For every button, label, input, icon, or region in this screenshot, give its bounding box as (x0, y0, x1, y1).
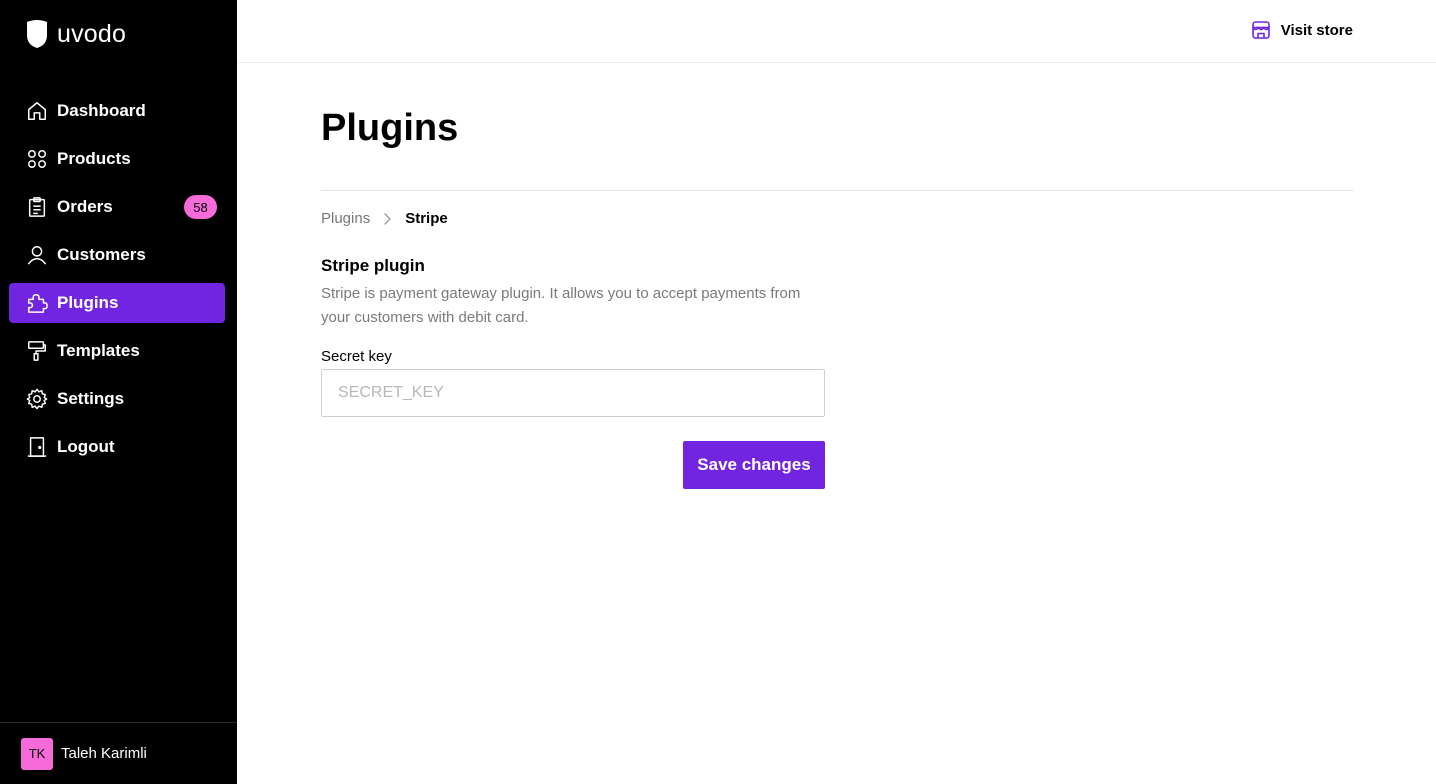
user-profile[interactable]: TK Taleh Karimli (0, 722, 237, 784)
breadcrumb-parent-link[interactable]: Plugins (321, 210, 370, 228)
visit-store-label: Visit store (1280, 21, 1353, 39)
grid-icon (26, 148, 48, 170)
top-bar: Visit store (237, 0, 1436, 63)
breadcrumb-current: Stripe (405, 210, 448, 227)
avatar: TK (21, 737, 53, 770)
puzzle-icon (26, 292, 48, 314)
user-icon (26, 244, 48, 266)
save-changes-button[interactable]: Save changes (683, 441, 825, 489)
brand-logo[interactable]: uvodo (25, 19, 126, 49)
sidebar-item-label: Templates (57, 341, 140, 360)
home-icon (26, 100, 48, 122)
shield-logo-icon (27, 20, 47, 48)
orders-count-badge: 58 (184, 195, 217, 219)
sidebar-item-label: Products (57, 149, 131, 168)
sidebar: uvodo Dashboard Products Orders 58 Custo… (0, 0, 237, 784)
sidebar-item-settings[interactable]: Settings (9, 379, 225, 419)
sidebar-item-orders[interactable]: Orders 58 (9, 187, 225, 227)
secret-key-input[interactable] (321, 369, 825, 417)
sidebar-nav: Dashboard Products Orders 58 Customers P… (9, 91, 225, 475)
user-name: Taleh Karimli (61, 745, 147, 762)
sidebar-item-label: Settings (57, 389, 125, 408)
breadcrumb: Plugins Stripe (321, 210, 448, 228)
visit-store-link[interactable]: Visit store (1251, 20, 1353, 40)
secret-key-label: Secret key (321, 348, 392, 365)
sidebar-item-dashboard[interactable]: Dashboard (9, 91, 225, 131)
brand-name: uvodo (57, 20, 127, 48)
sidebar-item-label: Plugins (57, 293, 119, 312)
clipboard-icon (26, 196, 48, 218)
store-icon (1251, 21, 1270, 39)
plugin-title: Stripe plugin (321, 256, 425, 275)
chevron-right-icon (384, 213, 391, 225)
sidebar-item-products[interactable]: Products (9, 139, 225, 179)
sidebar-item-label: Orders (57, 197, 113, 216)
page-title: Plugins (321, 107, 459, 149)
sidebar-item-label: Logout (57, 437, 115, 456)
sidebar-item-plugins[interactable]: Plugins (9, 283, 225, 323)
sidebar-item-label: Customers (57, 245, 146, 264)
paint-roller-icon (26, 340, 48, 362)
gear-icon (26, 388, 48, 410)
door-icon (26, 436, 48, 458)
divider (321, 190, 1354, 191)
sidebar-item-label: Dashboard (57, 101, 146, 120)
plugin-description: Stripe is payment gateway plugin. It all… (321, 285, 801, 326)
sidebar-item-customers[interactable]: Customers (9, 235, 225, 275)
sidebar-item-logout[interactable]: Logout (9, 427, 225, 467)
sidebar-item-templates[interactable]: Templates (9, 331, 225, 371)
